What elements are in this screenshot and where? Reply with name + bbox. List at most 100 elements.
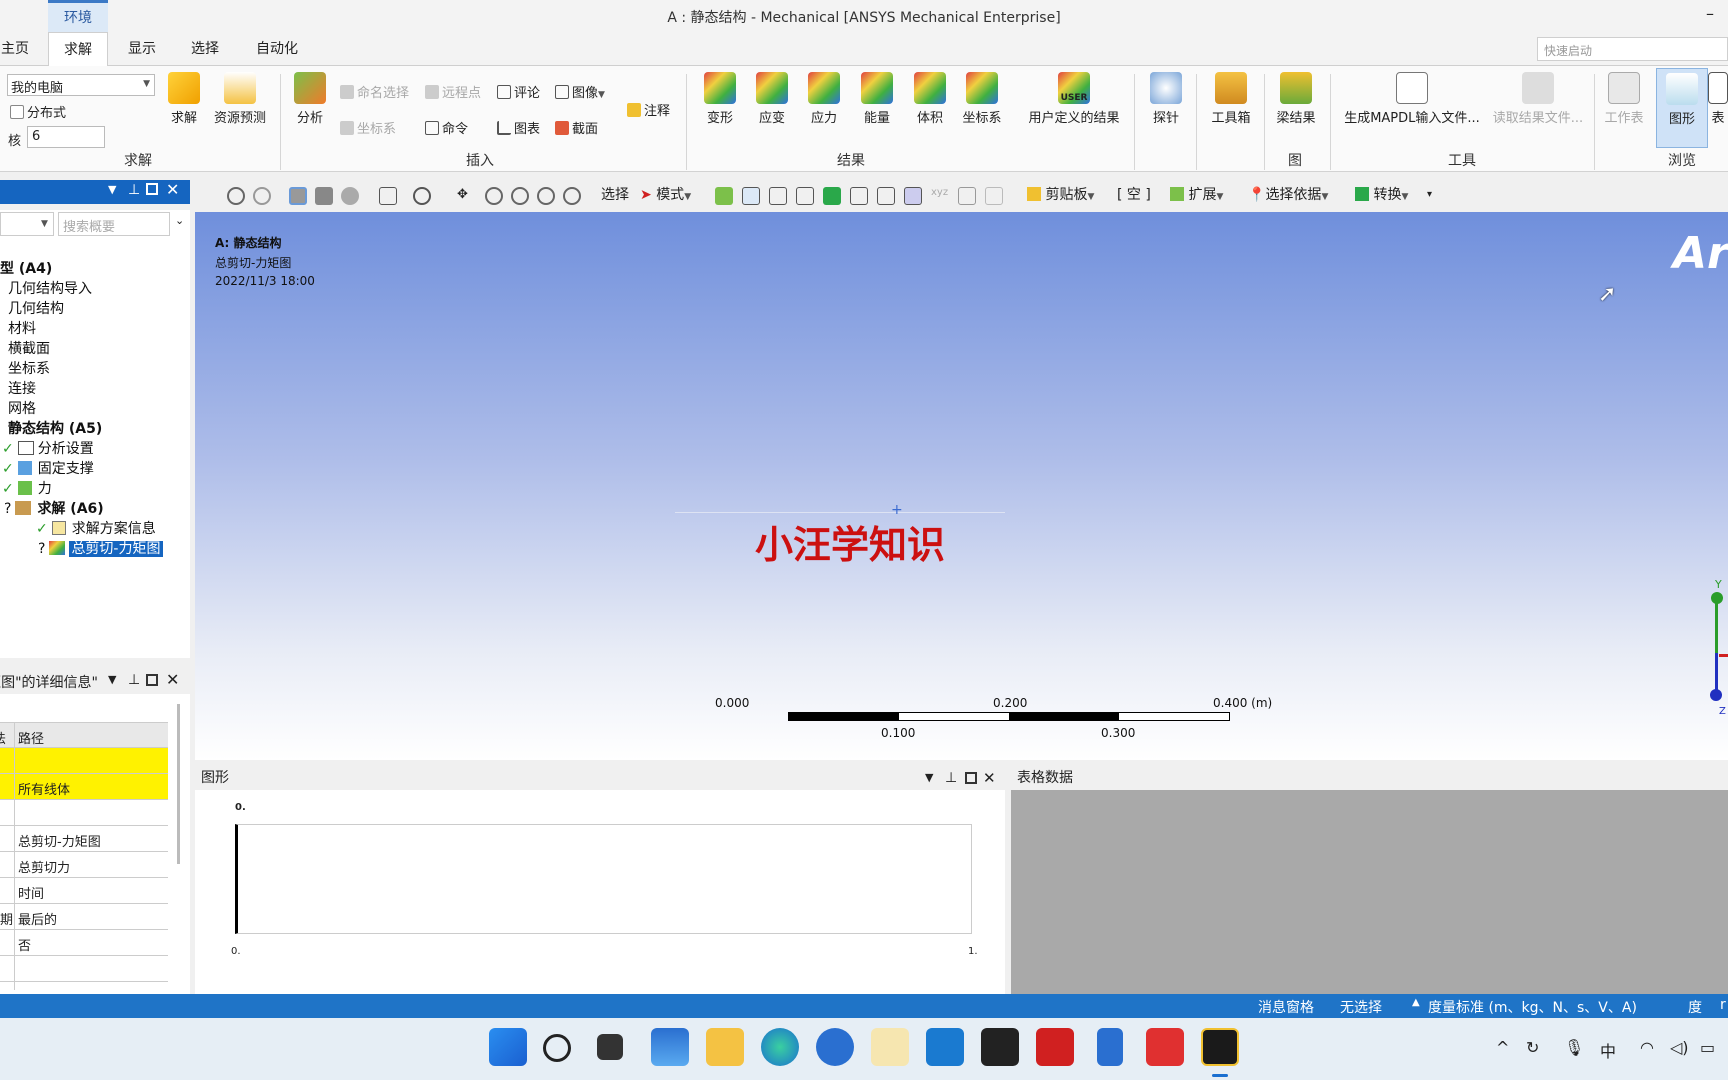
messages-pane-link[interactable]: 消息窗格 xyxy=(1258,997,1314,1017)
cores-input[interactable]: 6 xyxy=(27,126,105,148)
tree-node-solution-info[interactable]: ✓ 求解方案信息 xyxy=(36,518,156,538)
solidworks-icon[interactable] xyxy=(1036,1028,1074,1066)
ime-indicator[interactable]: 中 xyxy=(1600,1038,1616,1062)
pin-icon[interactable]: ⊥ xyxy=(945,766,957,790)
graph-plot-area[interactable] xyxy=(235,824,972,934)
tree-node-fixed-support[interactable]: ✓ 固定支撑 xyxy=(2,458,94,478)
designmodeler-icon[interactable] xyxy=(1201,1028,1239,1066)
close-icon[interactable]: ✕ xyxy=(166,180,179,199)
details-row[interactable]: 总剪切-力矩图 xyxy=(0,826,168,852)
details-row[interactable]: 时间 xyxy=(0,878,168,904)
select-edge-icon[interactable] xyxy=(742,187,760,205)
filter-dropdown[interactable]: ▼ xyxy=(0,212,54,236)
analysis-button[interactable]: 分析 xyxy=(292,72,328,126)
annotation-button[interactable]: 注释 xyxy=(627,100,670,119)
maximize-icon[interactable] xyxy=(146,183,158,195)
abc-icon[interactable] xyxy=(985,187,1003,205)
line-body[interactable] xyxy=(675,512,1005,513)
toolbar-overflow-icon[interactable]: ▾ xyxy=(1427,180,1432,210)
close-icon[interactable]: ✕ xyxy=(983,766,996,790)
select-mesh-icon[interactable] xyxy=(904,187,922,205)
wps-icon[interactable] xyxy=(1146,1028,1184,1066)
box-zoom-icon[interactable] xyxy=(379,187,397,205)
mode-dropdown[interactable]: ➤ 模式▼ xyxy=(640,180,691,210)
tree-node-connections[interactable]: 连接 xyxy=(8,378,36,398)
remote-point-button[interactable]: 远程点 xyxy=(425,82,481,101)
comment-button[interactable]: 评论 xyxy=(497,82,540,101)
clipboard-dropdown[interactable]: 剪贴板▼ xyxy=(1027,180,1094,210)
zoom-fit-icon[interactable] xyxy=(537,187,555,205)
table-view-button[interactable]: 表 xyxy=(1708,72,1728,126)
details-row[interactable] xyxy=(0,956,168,982)
caret-up-icon[interactable]: ▲ xyxy=(1412,997,1420,1008)
xyz-icon[interactable]: xyz xyxy=(931,187,949,205)
tab-display[interactable]: 显示 xyxy=(120,32,164,66)
image-button[interactable]: 图像▼ xyxy=(555,82,605,101)
pin-icon[interactable]: ⊥ xyxy=(128,182,140,198)
tree-node-materials[interactable]: 材料 xyxy=(8,318,36,338)
tree-node-geometry[interactable]: 几何结构 xyxy=(8,298,64,318)
select-face-icon[interactable] xyxy=(769,187,787,205)
coordinate-system-button[interactable]: 坐标系 xyxy=(340,118,396,137)
search-icon[interactable] xyxy=(543,1034,571,1062)
details-row[interactable]: 否 xyxy=(0,930,168,956)
task-view-icon[interactable] xyxy=(597,1034,623,1060)
select-node-icon[interactable] xyxy=(823,187,841,205)
details-row[interactable]: 所有线体 xyxy=(0,774,168,800)
select-by-dropdown[interactable]: 📍选择依据▼ xyxy=(1248,180,1328,210)
workbench-icon[interactable] xyxy=(981,1028,1019,1066)
tab-select[interactable]: 选择 xyxy=(183,32,227,66)
tree-node-model[interactable]: 模型 (A4) xyxy=(0,258,52,278)
details-row[interactable] xyxy=(0,800,168,826)
named-selection-button[interactable]: 命名选择 xyxy=(340,82,409,101)
generate-mapdl-button[interactable]: 生成MAPDL输入文件... xyxy=(1338,72,1486,126)
close-icon[interactable]: ✕ xyxy=(166,670,179,689)
details-row[interactable]: 期最后的 xyxy=(0,904,168,930)
select-element-icon[interactable] xyxy=(877,187,895,205)
resource-predict-button[interactable]: 资源预测 xyxy=(210,72,270,126)
chevron-down-icon[interactable]: ▼ xyxy=(108,183,116,196)
magnifier-icon[interactable] xyxy=(563,187,581,205)
tree-node-analysis-settings[interactable]: ✓ 分析设置 xyxy=(2,438,94,458)
tree-node-force[interactable]: ✓ 力 xyxy=(2,478,52,498)
angle-unit[interactable]: 度 xyxy=(1688,997,1702,1017)
tree-node-cross-sections[interactable]: 横截面 xyxy=(8,338,50,358)
graphics-viewport[interactable]: A: 静态结构 总剪切-力矩图 2022/11/3 18:00 Ar ➚ + 小… xyxy=(195,212,1728,760)
video-player-icon[interactable] xyxy=(926,1028,964,1066)
file-explorer-icon[interactable] xyxy=(706,1028,744,1066)
chevron-down-icon[interactable]: ▼ xyxy=(925,766,933,790)
tree-node-mesh[interactable]: 网格 xyxy=(8,398,36,418)
graph-view-button[interactable]: 图形 xyxy=(1656,68,1708,148)
windows-start-icon[interactable] xyxy=(489,1028,527,1066)
command-button[interactable]: 命令 xyxy=(425,118,468,137)
convert-dropdown[interactable]: 转换▼ xyxy=(1355,180,1408,210)
user-defined-result-button[interactable]: USER 用户定义的结果 xyxy=(1022,72,1126,126)
machine-select[interactable]: 我的电脑 ▼ xyxy=(7,74,155,96)
details-row[interactable]: 总剪切力 xyxy=(0,852,168,878)
solid-view-icon[interactable] xyxy=(315,187,333,205)
zoom-box-icon[interactable] xyxy=(511,187,529,205)
maximize-icon[interactable] xyxy=(965,772,977,784)
minimize-button[interactable]: – xyxy=(1706,4,1714,23)
tree-node-geometry-import[interactable]: 几何结构导入 xyxy=(8,278,92,298)
deformation-button[interactable]: 变形 xyxy=(700,72,740,126)
extend-dropdown[interactable]: 扩展▼ xyxy=(1170,180,1223,210)
select-body-icon[interactable] xyxy=(796,187,814,205)
distributed-checkbox[interactable]: 分布式 xyxy=(10,102,66,121)
look-at-icon[interactable] xyxy=(341,187,359,205)
rotate-icon[interactable] xyxy=(413,187,431,205)
zoom-out-icon[interactable] xyxy=(253,187,271,205)
details-scrollbar[interactable] xyxy=(177,704,180,864)
sync-icon[interactable]: ↻ xyxy=(1526,1038,1539,1057)
microphone-icon[interactable]: 🎙 xyxy=(1564,1038,1584,1057)
select-vertex-icon[interactable] xyxy=(715,187,733,205)
pin-icon[interactable]: ⊥ xyxy=(128,672,140,688)
worksheet-button[interactable]: 工作表 xyxy=(1602,72,1646,126)
tree-node-shear-moment-diagram[interactable]: ? 总剪切-力矩图 xyxy=(38,538,164,558)
widgets-icon[interactable] xyxy=(651,1028,689,1066)
hao123-icon[interactable] xyxy=(871,1028,909,1066)
unit-system[interactable]: 度量标准 (m、kg、N、s、V、A) xyxy=(1428,997,1637,1017)
details-row[interactable] xyxy=(0,748,168,774)
notepad-icon[interactable] xyxy=(1097,1028,1123,1066)
chevron-up-icon[interactable]: ^ xyxy=(1496,1038,1509,1057)
